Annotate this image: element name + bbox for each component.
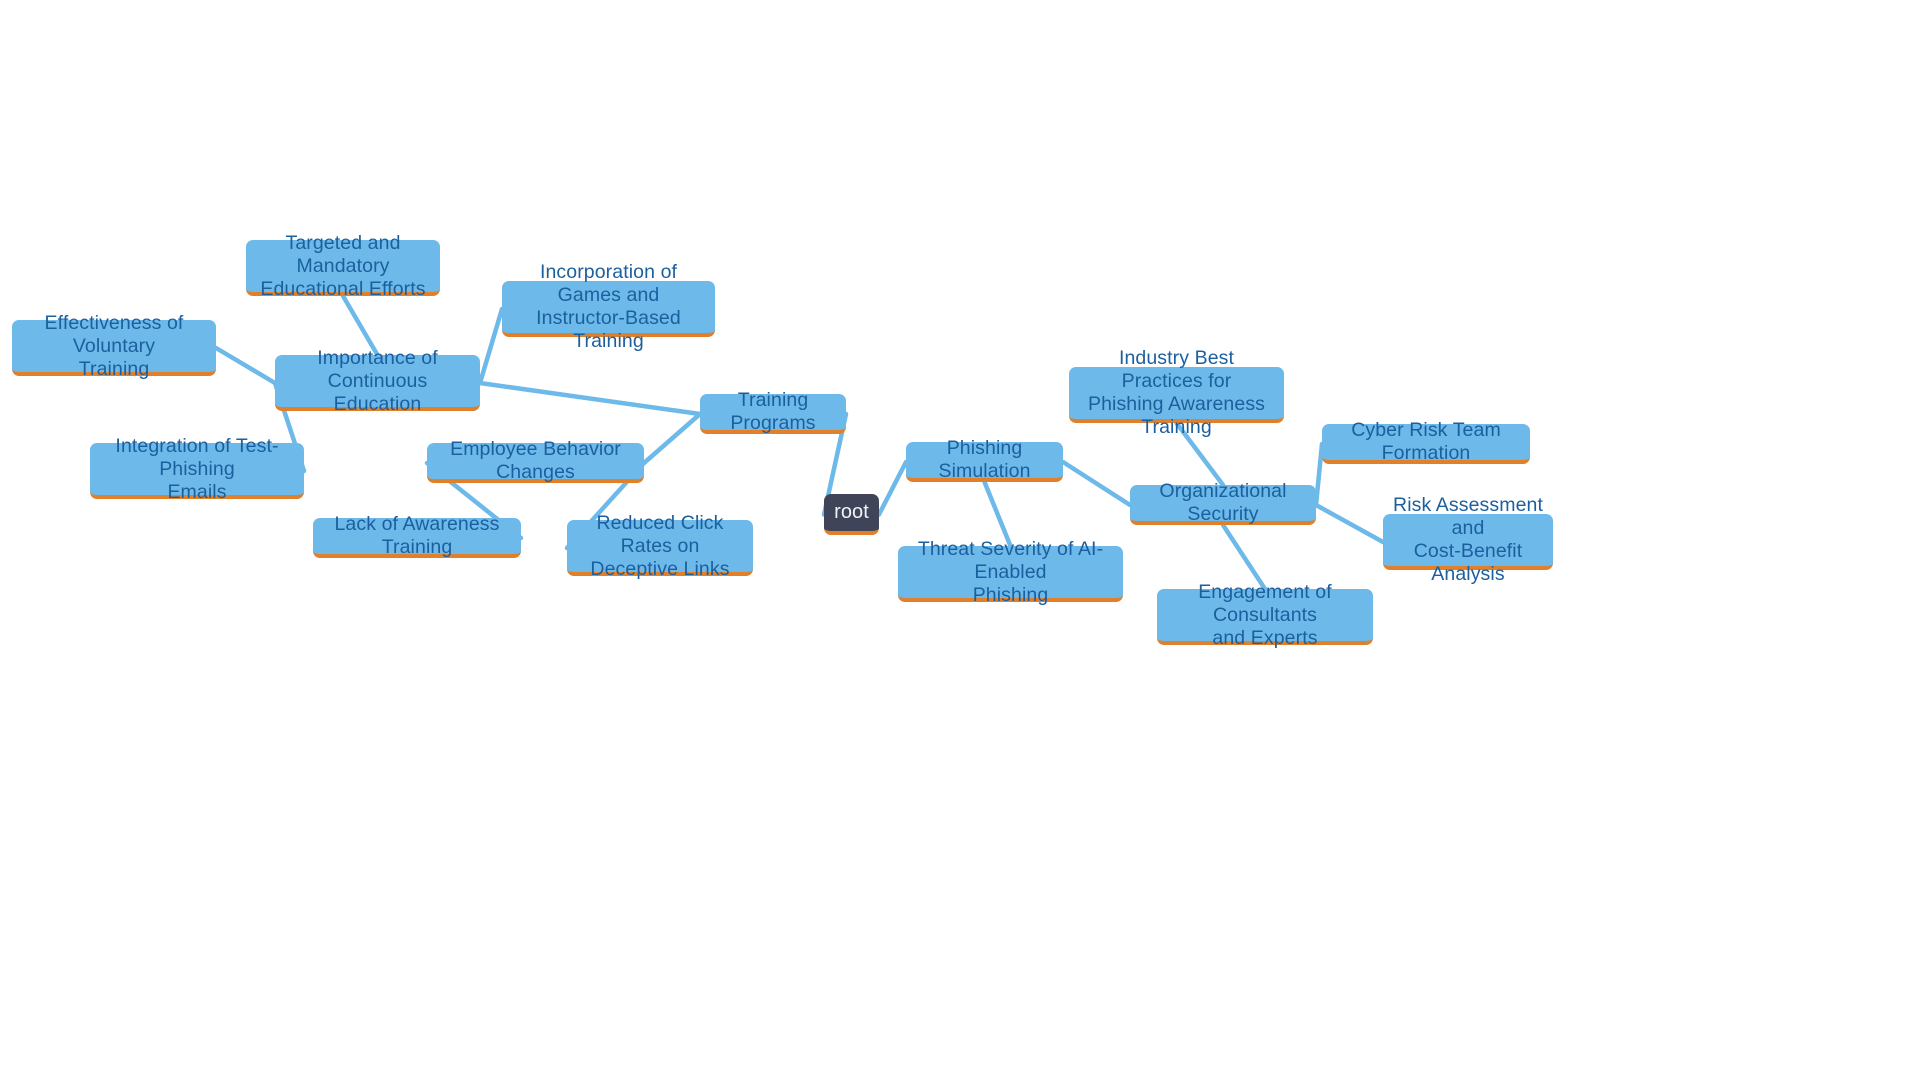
mindmap-node-engagement-consultants-experts[interactable]: Engagement of Consultants and Experts xyxy=(1157,581,1373,649)
mindmap-node-reduced-click-rates-deceptive-links[interactable]: Reduced Click Rates on Deceptive Links xyxy=(567,512,753,580)
mindmap-node-training-programs[interactable]: Training Programs xyxy=(700,389,846,434)
mindmap-node-lack-awareness-training[interactable]: Lack of Awareness Training xyxy=(313,513,521,558)
mindmap-node-phishing-simulation[interactable]: Phishing Simulation xyxy=(906,437,1063,482)
mindmap-node-organizational-security[interactable]: Organizational Security xyxy=(1130,480,1316,525)
mindmap-node-integration-test-phishing-emails[interactable]: Integration of Test-Phishing Emails xyxy=(90,435,304,503)
mindmap-node-cyber-risk-team-formation[interactable]: Cyber Risk Team Formation xyxy=(1322,419,1530,464)
mindmap-node-incorporation-games-instructor-training[interactable]: Incorporation of Games and Instructor-Ba… xyxy=(502,261,715,352)
mindmap-canvas: root Training Programs Phishing Simulation… xyxy=(0,0,1920,1080)
mindmap-node-industry-best-practices[interactable]: Industry Best Practices for Phishing Awa… xyxy=(1069,347,1284,438)
mindmap-node-root[interactable]: root xyxy=(824,494,879,535)
node-layer: root Training Programs Phishing Simulation… xyxy=(0,0,1920,1080)
mindmap-node-effectiveness-voluntary-training[interactable]: Effectiveness of Voluntary Training xyxy=(12,312,216,380)
mindmap-node-employee-behavior-changes[interactable]: Employee Behavior Changes xyxy=(427,438,644,483)
mindmap-node-threat-severity-ai-enabled-phishing[interactable]: Threat Severity of AI-Enabled Phishing xyxy=(898,538,1123,606)
mindmap-node-targeted-mandatory-educational-efforts[interactable]: Targeted and Mandatory Educational Effor… xyxy=(246,232,440,300)
mindmap-node-risk-assessment-cost-benefit[interactable]: Risk Assessment and Cost-Benefit Analysi… xyxy=(1383,494,1553,585)
mindmap-node-importance-continuous-education[interactable]: Importance of Continuous Education xyxy=(275,347,480,415)
